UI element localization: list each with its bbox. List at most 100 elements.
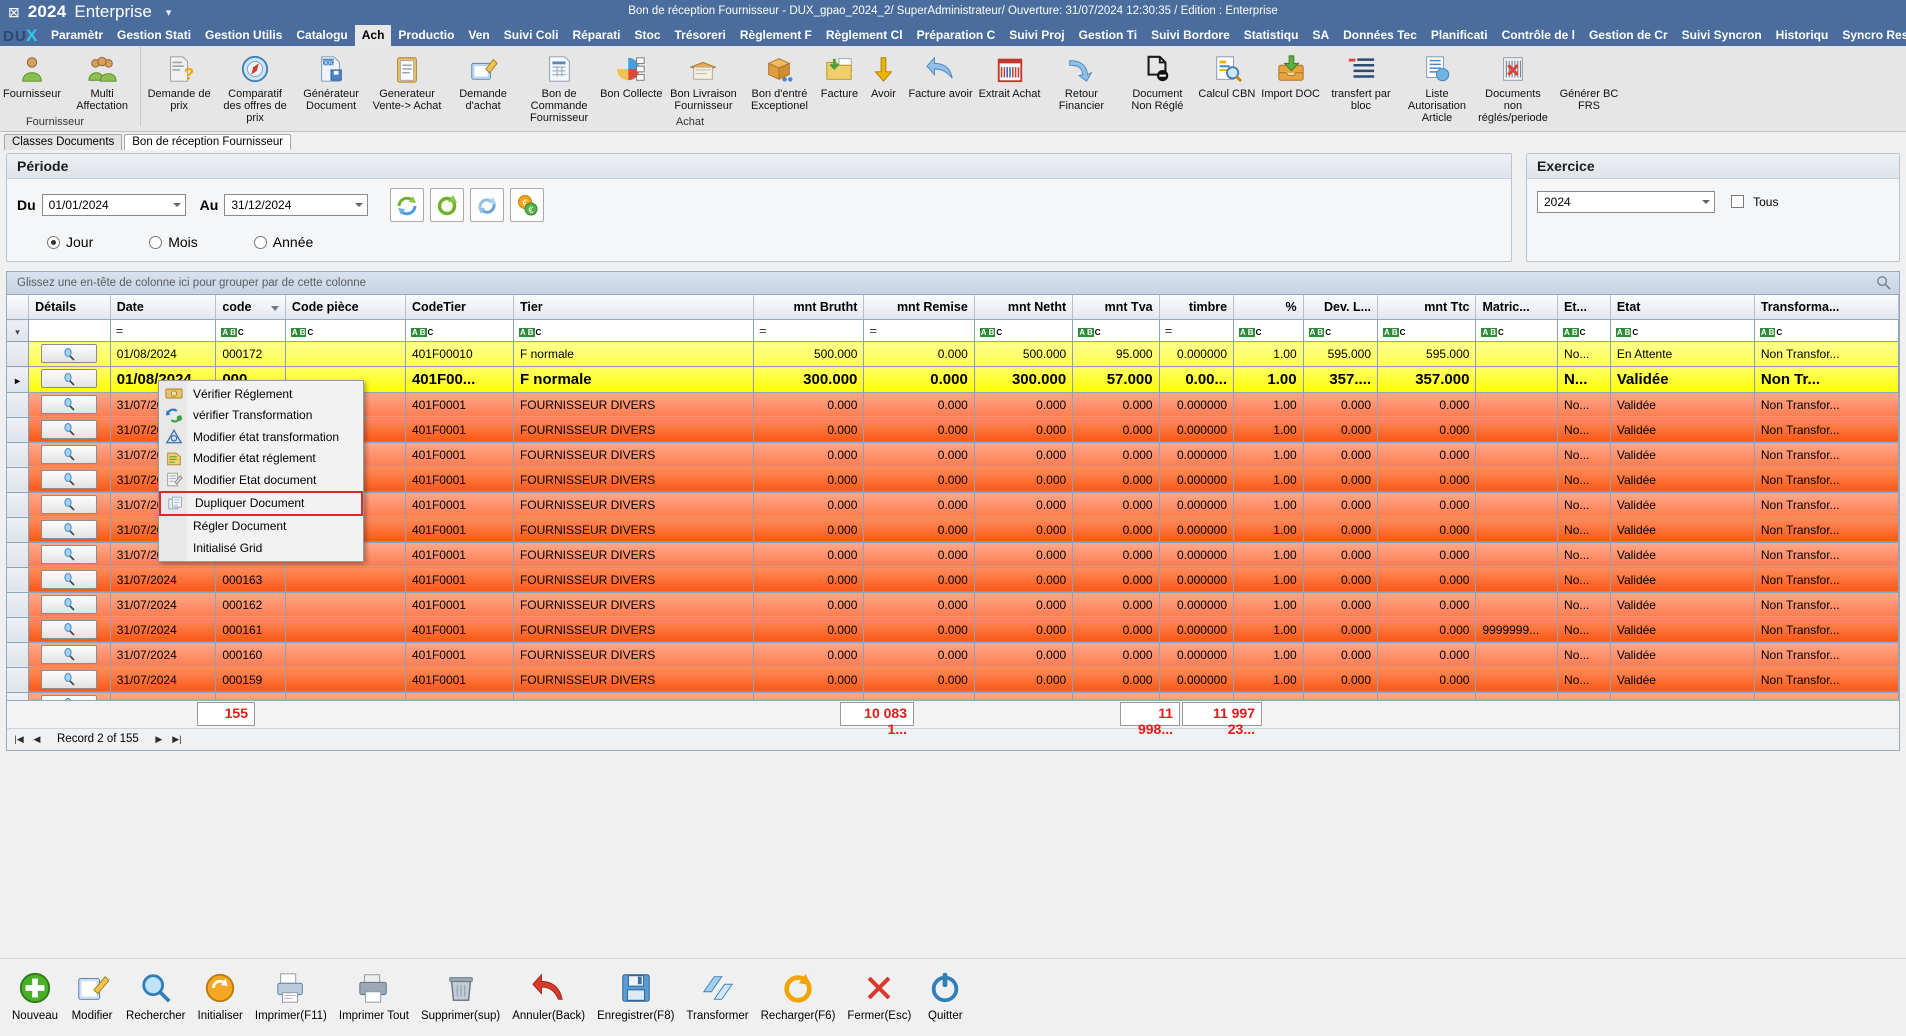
radio-indicator[interactable] — [253, 235, 267, 249]
details-cell[interactable] — [28, 492, 111, 518]
table-row[interactable] — [7, 692, 1899, 700]
group-by-bar[interactable]: Glissez une en-tête de colonne ici pour … — [7, 271, 1899, 295]
filter-abc-icon[interactable]: ABC — [1308, 327, 1332, 337]
bottom-button-transformer[interactable]: Transformer — [680, 967, 754, 1022]
magnifier-icon[interactable] — [41, 544, 98, 564]
menu-item-productio[interactable]: Productio — [391, 25, 461, 46]
first-record-button[interactable]: |◀ — [11, 731, 27, 747]
menu-item-sa[interactable]: SA — [1305, 25, 1336, 46]
chevron-down-icon[interactable] — [355, 203, 364, 207]
context-menu-item-v-rifier-transformation[interactable]: vérifier Transformation — [159, 405, 363, 427]
bottom-button-quitter[interactable]: Quitter — [917, 967, 973, 1022]
details-cell[interactable] — [28, 592, 111, 618]
column-header-mnt-ttc[interactable]: mnt Ttc — [1377, 294, 1477, 320]
column-header-code-pi-ce[interactable]: Code pièce — [285, 294, 406, 320]
menu-item-gestion-de-cr[interactable]: Gestion de Cr — [1582, 25, 1675, 46]
filter-abc-icon[interactable]: ABC — [1383, 327, 1406, 337]
ribbon-button-facture[interactable]: Facture — [817, 50, 861, 102]
filter-equals-icon[interactable]: = — [759, 323, 767, 338]
context-menu-item-dupliquer-document[interactable]: Dupliquer Document — [159, 490, 363, 516]
filter-cell-codetier[interactable]: ABC — [405, 319, 514, 342]
magnifier-icon[interactable] — [41, 519, 98, 539]
bottom-button-initialiser[interactable]: Initialiser — [192, 967, 249, 1022]
details-cell[interactable] — [28, 642, 111, 668]
menu-item-ven[interactable]: Ven — [461, 25, 496, 46]
sync-blue-button[interactable] — [470, 188, 505, 222]
radio-mois[interactable]: Mois — [149, 234, 198, 250]
bottom-button-modifier[interactable]: Modifier — [64, 967, 120, 1022]
ribbon-button-demande-de-prix[interactable]: ? Demande de prix — [141, 50, 217, 114]
filter-abc-icon[interactable]: ABC — [1078, 327, 1101, 337]
table-row[interactable]: 31/07/2024 000161 401F0001 FOURNISSEUR DIVE… — [7, 617, 1899, 643]
ribbon-button-comparatif-des-offres-de-prix[interactable]: Comparatif des offres de prix — [217, 50, 293, 126]
context-menu-item-modifier-etat-document[interactable]: Modifier Etat document — [159, 469, 363, 491]
filter-equals-icon[interactable]: = — [869, 323, 877, 338]
tab-bon-de-r-ception-fournisseur[interactable]: Bon de réception Fournisseur — [124, 134, 292, 150]
filter-cell-mnt-remise[interactable]: = — [863, 319, 975, 342]
filter-cell-tier[interactable]: ABC — [513, 319, 754, 342]
ribbon-button-avoir[interactable]: Avoir — [861, 50, 905, 102]
menu-item-planificati[interactable]: Planificati — [1424, 25, 1495, 46]
details-cell[interactable] — [28, 442, 111, 468]
column-header-d-tails[interactable]: Détails — [28, 294, 111, 320]
filter-cell-d-tails[interactable] — [28, 319, 111, 342]
ribbon-button-import-doc[interactable]: Import DOC — [1258, 50, 1323, 102]
filter-abc-icon[interactable]: ABC — [221, 327, 244, 337]
menu-item-contr-le-de-l[interactable]: Contrôle de l — [1495, 25, 1582, 46]
magnifier-icon[interactable] — [41, 494, 98, 514]
details-cell[interactable] — [28, 392, 111, 418]
filter-abc-icon[interactable]: ABC — [1563, 327, 1586, 337]
details-cell[interactable] — [28, 366, 111, 393]
previous-record-button[interactable]: ◀ — [29, 731, 45, 747]
details-cell[interactable] — [28, 417, 111, 443]
bottom-button-imprimer-tout[interactable]: Imprimer Tout — [333, 967, 415, 1022]
au-date-combo[interactable]: 31/12/2024 — [224, 194, 369, 216]
menu-item-gestion-stati[interactable]: Gestion Stati — [110, 25, 198, 46]
ribbon-button-calcul-cbn[interactable]: Calcul CBN — [1195, 50, 1258, 102]
magnifier-icon[interactable] — [41, 669, 98, 689]
magnifier-icon[interactable] — [41, 569, 98, 589]
column-header-date[interactable]: Date — [110, 294, 217, 320]
column-header-mnt-brutht[interactable]: mnt Brutht — [753, 294, 865, 320]
filter-cell-date[interactable]: = — [110, 319, 217, 342]
magnifier-icon[interactable] — [41, 644, 98, 664]
ribbon-button-generateur-vente-achat[interactable]: Generateur Vente-> Achat — [369, 50, 445, 114]
radio-indicator[interactable] — [47, 235, 60, 249]
column-header-transforma-[interactable]: Transforma... — [1754, 294, 1899, 320]
refresh-green-button[interactable] — [390, 188, 425, 222]
menu-item-syncro-res[interactable]: Syncro Res — [1835, 25, 1906, 46]
reload-green-button[interactable] — [430, 188, 465, 222]
tab-classes-documents[interactable]: Classes Documents — [4, 134, 123, 150]
search-icon[interactable] — [1876, 275, 1891, 293]
context-menu-item-v-rifier-r-glement[interactable]: Vérifier Réglement — [159, 383, 363, 405]
details-cell[interactable] — [28, 542, 111, 568]
details-cell[interactable] — [28, 467, 111, 493]
filter-abc-icon[interactable]: ABC — [979, 327, 1003, 337]
details-cell[interactable] — [28, 617, 111, 643]
column-header--[interactable]: % — [1233, 294, 1304, 320]
tous-checkbox[interactable] — [1731, 195, 1744, 208]
ribbon-button-transfert-par-bloc[interactable]: transfert par bloc — [1323, 50, 1399, 114]
ribbon-button-fournisseur[interactable]: Fournisseur — [0, 50, 64, 102]
bottom-button-recharger-f6-[interactable]: Recharger(F6) — [755, 967, 842, 1022]
ribbon-button-bon-de-commande-fournisseur[interactable]: Bon de Commande Fournisseur — [521, 50, 597, 126]
menu-item-catalogu[interactable]: Catalogu — [289, 25, 354, 46]
magnifier-icon[interactable] — [41, 419, 98, 439]
menu-item-suivi-coli[interactable]: Suivi Coli — [497, 25, 566, 46]
filter-equals-icon[interactable]: = — [116, 323, 124, 338]
bottom-button-imprimer-f11-[interactable]: Imprimer(F11) — [249, 967, 333, 1022]
menu-item-pr-paration-c[interactable]: Préparation C — [910, 25, 1003, 46]
ribbon-button-extrait-achat[interactable]: Extrait Achat — [976, 50, 1044, 102]
column-header-timbre[interactable]: timbre — [1159, 294, 1235, 320]
radio-indicator[interactable] — [149, 235, 163, 249]
column-header-code[interactable]: code — [215, 294, 286, 320]
chevron-down-icon[interactable] — [172, 203, 181, 207]
bottom-button-fermer-esc-[interactable]: Fermer(Esc) — [841, 967, 917, 1022]
filter-cell-matric-[interactable]: ABC — [1475, 319, 1559, 342]
menu-item-gestion-utilis[interactable]: Gestion Utilis — [198, 25, 289, 46]
radio-année[interactable]: Année — [253, 234, 313, 250]
filter-cell--[interactable]: ABC — [1233, 319, 1304, 342]
bottom-button-nouveau[interactable]: Nouveau — [6, 967, 64, 1022]
context-menu-item-modifier-tat-r-glement[interactable]: Modifier état réglement — [159, 448, 363, 470]
ribbon-button-bon-collecte[interactable]: Bon Collecte — [597, 50, 665, 102]
